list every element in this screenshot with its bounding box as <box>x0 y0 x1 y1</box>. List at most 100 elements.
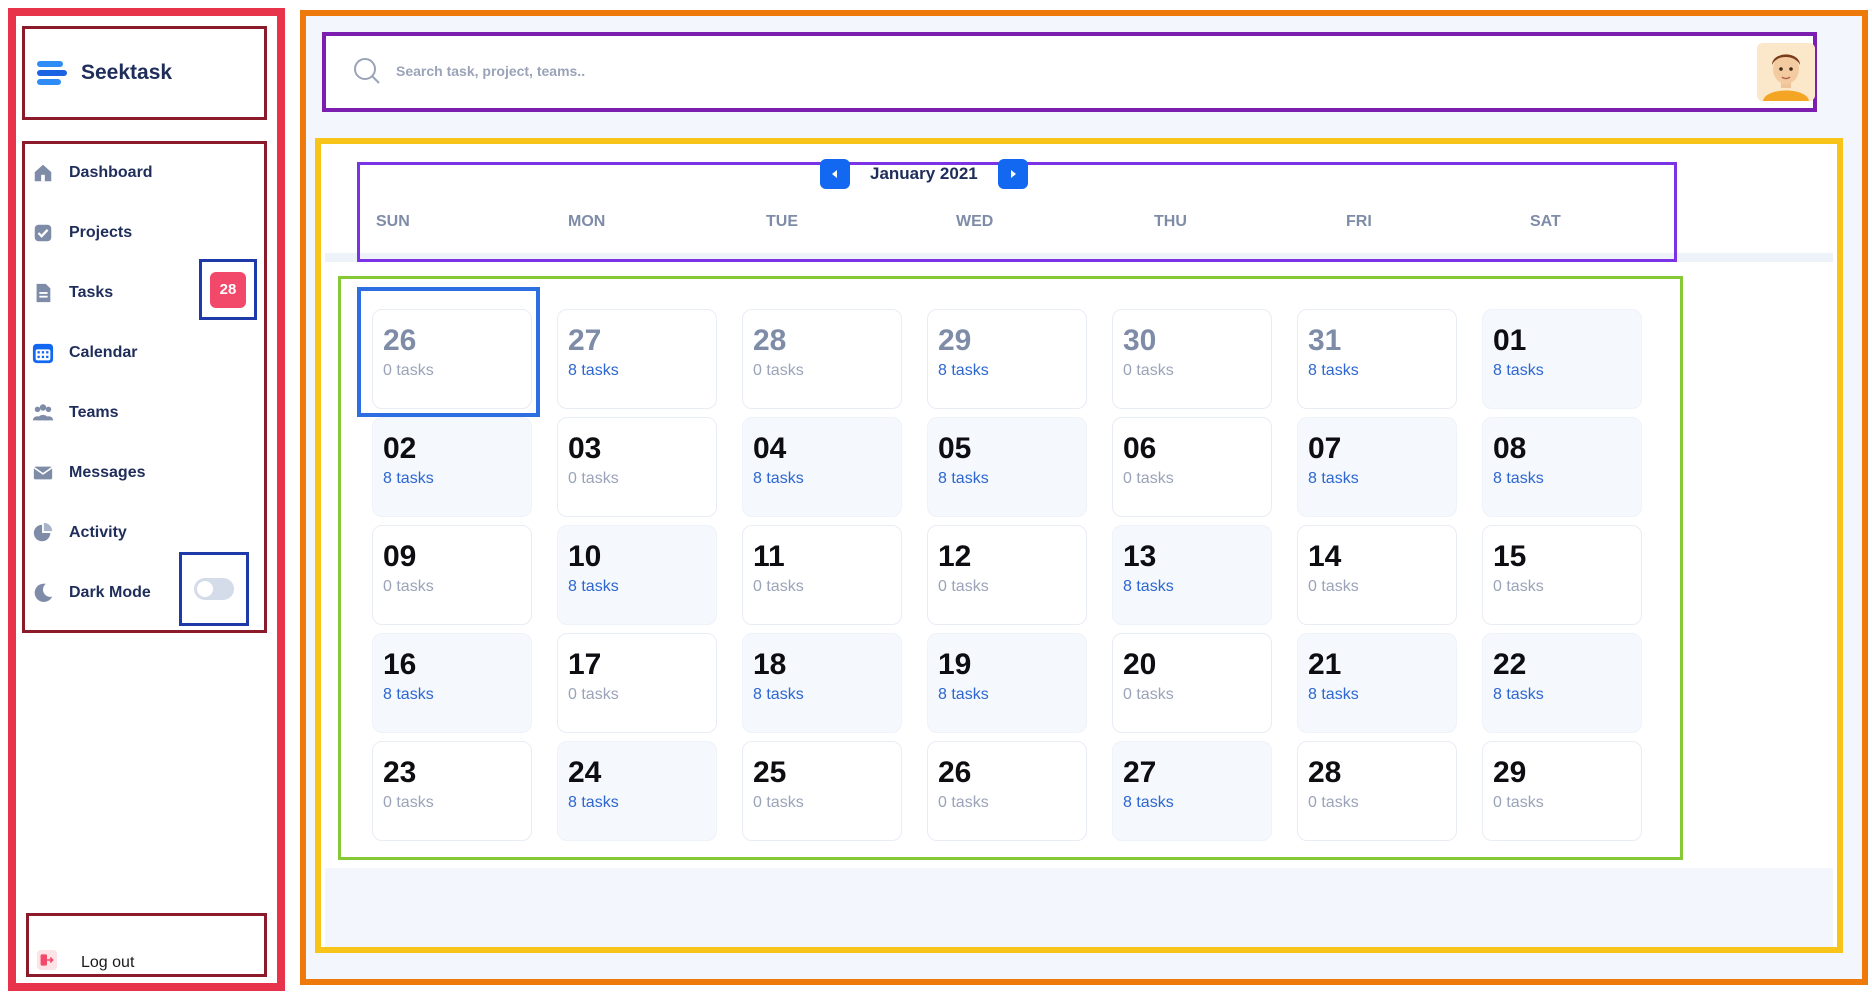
day-task-count: 0 tasks <box>568 686 619 703</box>
calendar-day-cell[interactable]: 24 8 tasks <box>557 741 717 841</box>
weekday-header: THU <box>1154 213 1187 230</box>
calendar-day-cell[interactable]: 27 8 tasks <box>1112 741 1272 841</box>
avatar[interactable] <box>1757 43 1815 101</box>
day-number: 29 <box>938 324 972 357</box>
sidebar-item-dashboard[interactable]: Dashboard <box>31 155 153 191</box>
calendar-day-cell[interactable]: 05 8 tasks <box>927 417 1087 517</box>
sidebar-item-tasks[interactable]: Tasks <box>31 275 113 311</box>
day-number: 15 <box>1493 540 1527 573</box>
calendar-day-cell[interactable]: 27 8 tasks <box>557 309 717 409</box>
day-task-count: 0 tasks <box>1123 362 1174 379</box>
day-task-count[interactable]: 8 tasks <box>383 470 434 488</box>
day-task-count[interactable]: 8 tasks <box>568 794 619 812</box>
day-task-count: 0 tasks <box>1308 578 1359 595</box>
weekday-header: SUN <box>376 213 410 230</box>
calendar-day-cell[interactable]: 12 0 tasks <box>927 525 1087 625</box>
calendar-footer-area <box>325 868 1833 947</box>
calendar-day-cell[interactable]: 25 0 tasks <box>742 741 902 841</box>
logout-icon <box>37 950 57 970</box>
day-number: 14 <box>1308 540 1342 573</box>
day-task-count[interactable]: 8 tasks <box>753 686 804 704</box>
calendar-day-cell[interactable]: 21 8 tasks <box>1297 633 1457 733</box>
calendar-day-cell[interactable]: 30 0 tasks <box>1112 309 1272 409</box>
calendar-day-cell[interactable]: 06 0 tasks <box>1112 417 1272 517</box>
day-number: 28 <box>1308 756 1342 789</box>
calendar-day-cell[interactable]: 02 8 tasks <box>372 417 532 517</box>
calendar-day-cell[interactable]: 07 8 tasks <box>1297 417 1457 517</box>
calendar-day-cell[interactable]: 08 8 tasks <box>1482 417 1642 517</box>
day-task-count[interactable]: 8 tasks <box>1308 686 1359 704</box>
day-task-count[interactable]: 8 tasks <box>938 362 989 380</box>
calendar-day-cell[interactable]: 09 0 tasks <box>372 525 532 625</box>
day-number: 24 <box>568 756 602 789</box>
day-task-count: 0 tasks <box>383 578 434 595</box>
sidebar-item-projects[interactable]: Projects <box>31 215 132 251</box>
calendar-day-cell[interactable]: 18 8 tasks <box>742 633 902 733</box>
calendar-day-cell[interactable]: 29 0 tasks <box>1482 741 1642 841</box>
sidebar-item-calendar[interactable]: Calendar <box>31 335 137 371</box>
day-task-count[interactable]: 8 tasks <box>1308 470 1359 488</box>
sidebar-item-activity[interactable]: Activity <box>31 515 127 551</box>
day-task-count[interactable]: 8 tasks <box>1493 470 1544 488</box>
app-window: { "app": { "name": "Seektask" }, "sideba… <box>0 0 1872 1008</box>
day-number: 20 <box>1123 648 1157 681</box>
calendar-day-cell[interactable]: 26 0 tasks <box>927 741 1087 841</box>
calendar-day-cell[interactable]: 23 0 tasks <box>372 741 532 841</box>
sidebar-item-teams[interactable]: Teams <box>31 395 119 431</box>
day-task-count[interactable]: 8 tasks <box>1123 794 1174 812</box>
calendar-day-cell[interactable]: 17 0 tasks <box>557 633 717 733</box>
calendar-day-cell[interactable]: 03 0 tasks <box>557 417 717 517</box>
day-task-count[interactable]: 8 tasks <box>753 470 804 488</box>
moon-icon <box>31 581 55 605</box>
dark-mode-toggle[interactable] <box>194 578 234 600</box>
calendar-day-cell[interactable]: 13 8 tasks <box>1112 525 1272 625</box>
prev-month-button[interactable] <box>820 159 850 189</box>
day-task-count: 0 tasks <box>568 470 619 487</box>
day-task-count: 0 tasks <box>753 578 804 595</box>
calendar-day-cell[interactable]: 15 0 tasks <box>1482 525 1642 625</box>
sidebar-item-label: Activity <box>69 524 127 541</box>
calendar-day-cell[interactable]: 28 0 tasks <box>1297 741 1457 841</box>
next-month-button[interactable] <box>997 159 1028 189</box>
day-number: 04 <box>753 432 787 465</box>
day-number: 11 <box>753 540 785 573</box>
calendar-day-cell[interactable]: 29 8 tasks <box>927 309 1087 409</box>
calendar-day-cell[interactable]: 22 8 tasks <box>1482 633 1642 733</box>
day-task-count[interactable]: 8 tasks <box>568 362 619 380</box>
calendar-day-cell[interactable]: 04 8 tasks <box>742 417 902 517</box>
day-task-count[interactable]: 8 tasks <box>1123 578 1174 596</box>
calendar-day-cell[interactable]: 31 8 tasks <box>1297 309 1457 409</box>
day-number: 27 <box>1123 756 1157 789</box>
logout-button[interactable]: Log out <box>26 913 267 977</box>
calendar-day-cell[interactable]: 14 0 tasks <box>1297 525 1457 625</box>
day-number: 07 <box>1308 432 1342 465</box>
search-input[interactable] <box>396 63 1196 79</box>
day-number: 06 <box>1123 432 1157 465</box>
sidebar-item-label: Projects <box>69 224 133 241</box>
sidebar-item-messages[interactable]: Messages <box>31 455 146 491</box>
day-task-count: 0 tasks <box>1308 794 1359 811</box>
day-number: 08 <box>1493 432 1527 465</box>
calendar-day-cell[interactable]: 01 8 tasks <box>1482 309 1642 409</box>
day-task-count[interactable]: 8 tasks <box>383 686 434 704</box>
calendar-day-cell[interactable]: 11 0 tasks <box>742 525 902 625</box>
day-task-count[interactable]: 8 tasks <box>1493 362 1544 380</box>
day-task-count: 0 tasks <box>1123 470 1174 487</box>
calendar-day-cell[interactable]: 16 8 tasks <box>372 633 532 733</box>
day-task-count[interactable]: 8 tasks <box>1308 362 1359 380</box>
day-task-count[interactable]: 8 tasks <box>938 470 989 488</box>
document-icon <box>31 281 55 305</box>
calendar-day-cell[interactable]: 28 0 tasks <box>742 309 902 409</box>
calendar-day-cell[interactable]: 10 8 tasks <box>557 525 717 625</box>
day-task-count[interactable]: 8 tasks <box>568 578 619 596</box>
day-task-count[interactable]: 8 tasks <box>938 686 989 704</box>
sidebar-item-label: Calendar <box>69 344 138 361</box>
calendar-day-cell[interactable]: 20 0 tasks <box>1112 633 1272 733</box>
day-number: 02 <box>383 432 417 465</box>
day-task-count[interactable]: 8 tasks <box>1493 686 1544 704</box>
day-number: 03 <box>568 432 602 465</box>
calendar-day-cell[interactable]: 19 8 tasks <box>927 633 1087 733</box>
brand-logo[interactable]: Seektask <box>22 26 267 120</box>
dark-mode-toggle-frame <box>179 552 249 626</box>
checkbox-icon <box>31 221 55 245</box>
